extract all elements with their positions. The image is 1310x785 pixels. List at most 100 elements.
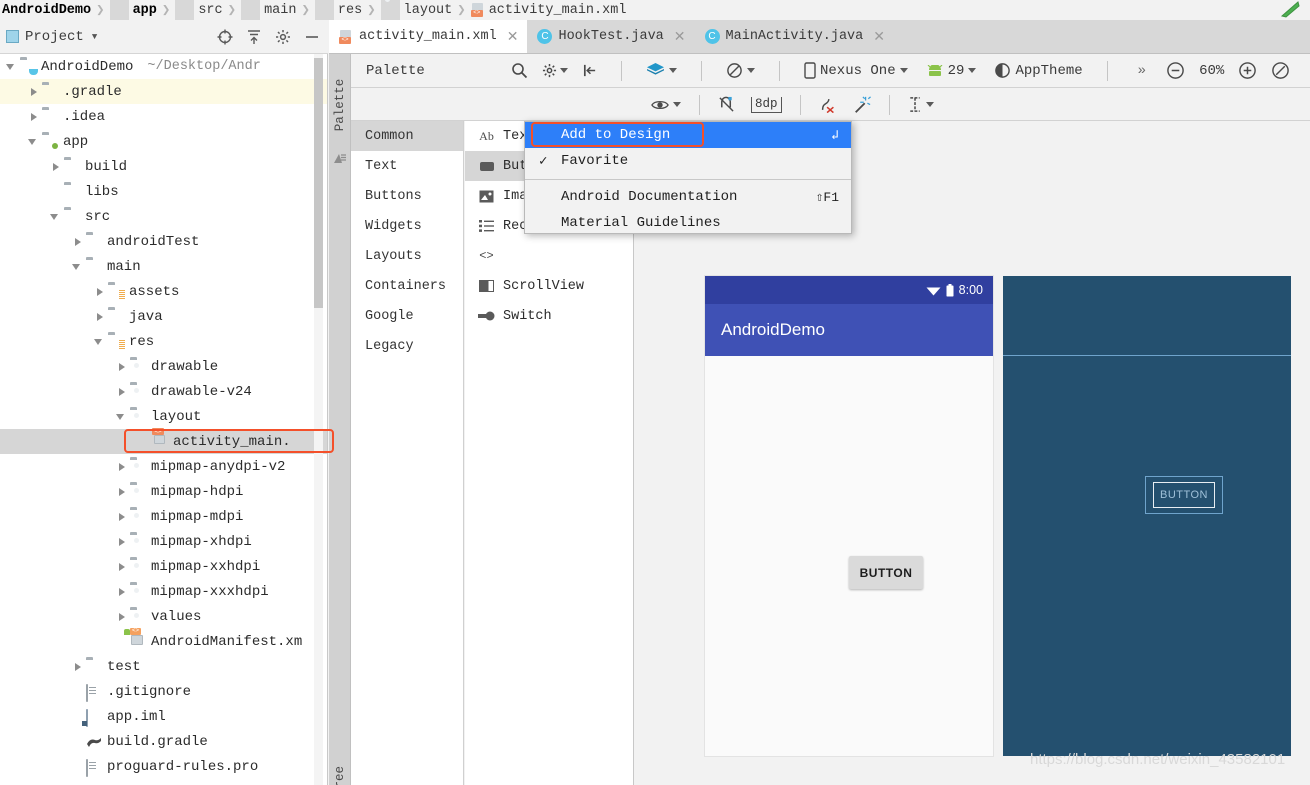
theme-selector[interactable]: AppTheme: [994, 62, 1083, 79]
tree-row[interactable]: java: [0, 304, 327, 329]
search-icon[interactable]: [511, 62, 528, 79]
tree-row[interactable]: mipmap-anydpi-v2: [0, 454, 327, 479]
breadcrumb-item-3[interactable]: main: [241, 0, 296, 20]
tree-row[interactable]: drawable: [0, 354, 327, 379]
chevron-down-icon[interactable]: [673, 102, 681, 107]
palette-item-scrollview[interactable]: ScrollView: [465, 271, 633, 301]
chevron-down-icon[interactable]: [747, 68, 755, 73]
design-surface-icon[interactable]: [646, 62, 665, 79]
tree-row[interactable]: .gradle: [0, 79, 327, 104]
palette-category-layouts[interactable]: Layouts: [351, 241, 463, 271]
eye-icon[interactable]: [651, 98, 669, 112]
chevron-right-icon[interactable]: [116, 511, 127, 522]
palette-category-widgets[interactable]: Widgets: [351, 211, 463, 241]
tree-row[interactable]: app.iml: [0, 704, 327, 729]
tree-row[interactable]: res: [0, 329, 327, 354]
chevron-right-icon[interactable]: [116, 536, 127, 547]
palette-category-google[interactable]: Google: [351, 301, 463, 331]
blueprint-preview[interactable]: BUTTON: [1003, 276, 1291, 756]
toolbar-overflow-button[interactable]: »: [1138, 63, 1146, 79]
chevron-right-icon[interactable]: [116, 611, 127, 622]
tree-row[interactable]: <> activity_main.: [0, 428, 327, 454]
chevron-down-icon[interactable]: ▼: [92, 32, 97, 42]
chevron-right-icon[interactable]: [72, 661, 83, 672]
tree-row[interactable]: main: [0, 254, 327, 279]
tree-row[interactable]: layout: [0, 404, 327, 429]
zoom-in-icon[interactable]: [1238, 61, 1257, 80]
chevron-down-icon[interactable]: [94, 336, 105, 347]
tab-activity-main-xml[interactable]: <> activity_main.xml ✕: [329, 20, 528, 53]
close-icon[interactable]: ✕: [507, 28, 519, 45]
breadcrumb-item-4[interactable]: res: [314, 0, 362, 20]
tree-row[interactable]: mipmap-hdpi: [0, 479, 327, 504]
project-tree-panel[interactable]: AndroidDemo ~/Desktop/Andr .gradle .idea app…: [0, 54, 328, 785]
tree-row[interactable]: app: [0, 129, 327, 154]
vertical-tab-tree[interactable]: Tree: [333, 750, 347, 785]
project-scrollbar-thumb[interactable]: [314, 58, 323, 308]
magnet-off-icon[interactable]: [718, 96, 735, 113]
tree-row[interactable]: build: [0, 154, 327, 179]
chevron-right-icon[interactable]: [116, 561, 127, 572]
chevron-right-icon[interactable]: [116, 361, 127, 372]
tree-row[interactable]: build.gradle: [0, 729, 327, 754]
tree-row[interactable]: proguard-rules.pro: [0, 754, 327, 779]
vertical-tab-palette[interactable]: Palette: [333, 74, 347, 136]
tree-row[interactable]: mipmap-mdpi: [0, 504, 327, 529]
tree-row[interactable]: .idea: [0, 104, 327, 129]
breadcrumb-item-6[interactable]: <> activity_main.xml: [470, 3, 626, 18]
palette-item-switch[interactable]: Switch: [465, 301, 633, 331]
close-icon[interactable]: ✕: [873, 28, 885, 45]
context-menu-item-add-to-design[interactable]: Add to Design ↲: [525, 122, 851, 148]
chevron-right-icon[interactable]: [50, 161, 61, 172]
chevron-down-icon[interactable]: [560, 68, 568, 73]
zoom-out-icon[interactable]: [1166, 61, 1185, 80]
chevron-right-icon[interactable]: [28, 86, 39, 97]
tree-row[interactable]: .gitignore: [0, 679, 327, 704]
hide-panel-icon[interactable]: [304, 29, 320, 45]
chevron-down-icon[interactable]: [6, 61, 17, 72]
magic-wand-icon[interactable]: [853, 95, 871, 114]
tree-row[interactable]: test: [0, 654, 327, 679]
palette-category-containers[interactable]: Containers: [351, 271, 463, 301]
zoom-fit-icon[interactable]: [1271, 61, 1290, 80]
device-content-area[interactable]: BUTTON: [705, 356, 993, 756]
breadcrumb-item-2[interactable]: src: [175, 0, 223, 20]
palette-context-menu[interactable]: Add to Design ↲ ✓ Favorite Android Docum…: [524, 121, 852, 234]
chevron-right-icon[interactable]: [116, 461, 127, 472]
palette-category-legacy[interactable]: Legacy: [351, 331, 463, 361]
tab-mainactivity-java[interactable]: C MainActivity.java ✕: [694, 20, 894, 53]
chevron-down-icon[interactable]: [72, 261, 83, 272]
tree-row[interactable]: AndroidDemo ~/Desktop/Andr: [0, 54, 327, 79]
locate-icon[interactable]: [217, 29, 233, 45]
tree-row[interactable]: assets: [0, 279, 327, 304]
tree-row[interactable]: mipmap-xhdpi: [0, 529, 327, 554]
baseline-align-icon[interactable]: [908, 96, 922, 113]
context-menu-item-android-documentation[interactable]: Android Documentation ⇧F1: [525, 184, 851, 210]
chevron-down-icon[interactable]: [925, 102, 934, 107]
clear-constraints-icon[interactable]: [819, 96, 837, 113]
collapse-all-icon[interactable]: [246, 29, 262, 45]
palette-item-fragment[interactable]: <>: [465, 241, 633, 271]
chevron-down-icon[interactable]: [669, 68, 677, 73]
tree-row[interactable]: libs: [0, 179, 327, 204]
gear-icon[interactable]: [542, 63, 557, 78]
palette-category-common[interactable]: Common: [351, 121, 463, 151]
chevron-right-icon[interactable]: [72, 236, 83, 247]
palette-category-list[interactable]: Common Text Buttons Widgets Layouts Container…: [351, 121, 464, 785]
preview-button[interactable]: BUTTON: [849, 556, 923, 589]
chevron-down-icon[interactable]: [50, 211, 61, 222]
chevron-down-icon[interactable]: [116, 411, 127, 422]
palette-category-text[interactable]: Text: [351, 151, 463, 181]
breadcrumb-item-1[interactable]: app: [109, 0, 157, 20]
palette-category-buttons[interactable]: Buttons: [351, 181, 463, 211]
blueprint-button-outer[interactable]: BUTTON: [1145, 476, 1223, 514]
tree-row[interactable]: <> AndroidManifest.xm: [0, 628, 327, 654]
device-selector[interactable]: Nexus One: [804, 62, 908, 79]
chevron-right-icon[interactable]: [94, 286, 105, 297]
api-level-selector[interactable]: 29: [926, 63, 977, 79]
breadcrumb-item-0[interactable]: AndroidDemo: [2, 3, 91, 18]
chevron-right-icon[interactable]: [28, 111, 39, 122]
chevron-right-icon[interactable]: [94, 311, 105, 322]
tree-row[interactable]: values: [0, 604, 327, 629]
gear-icon[interactable]: [275, 29, 291, 45]
